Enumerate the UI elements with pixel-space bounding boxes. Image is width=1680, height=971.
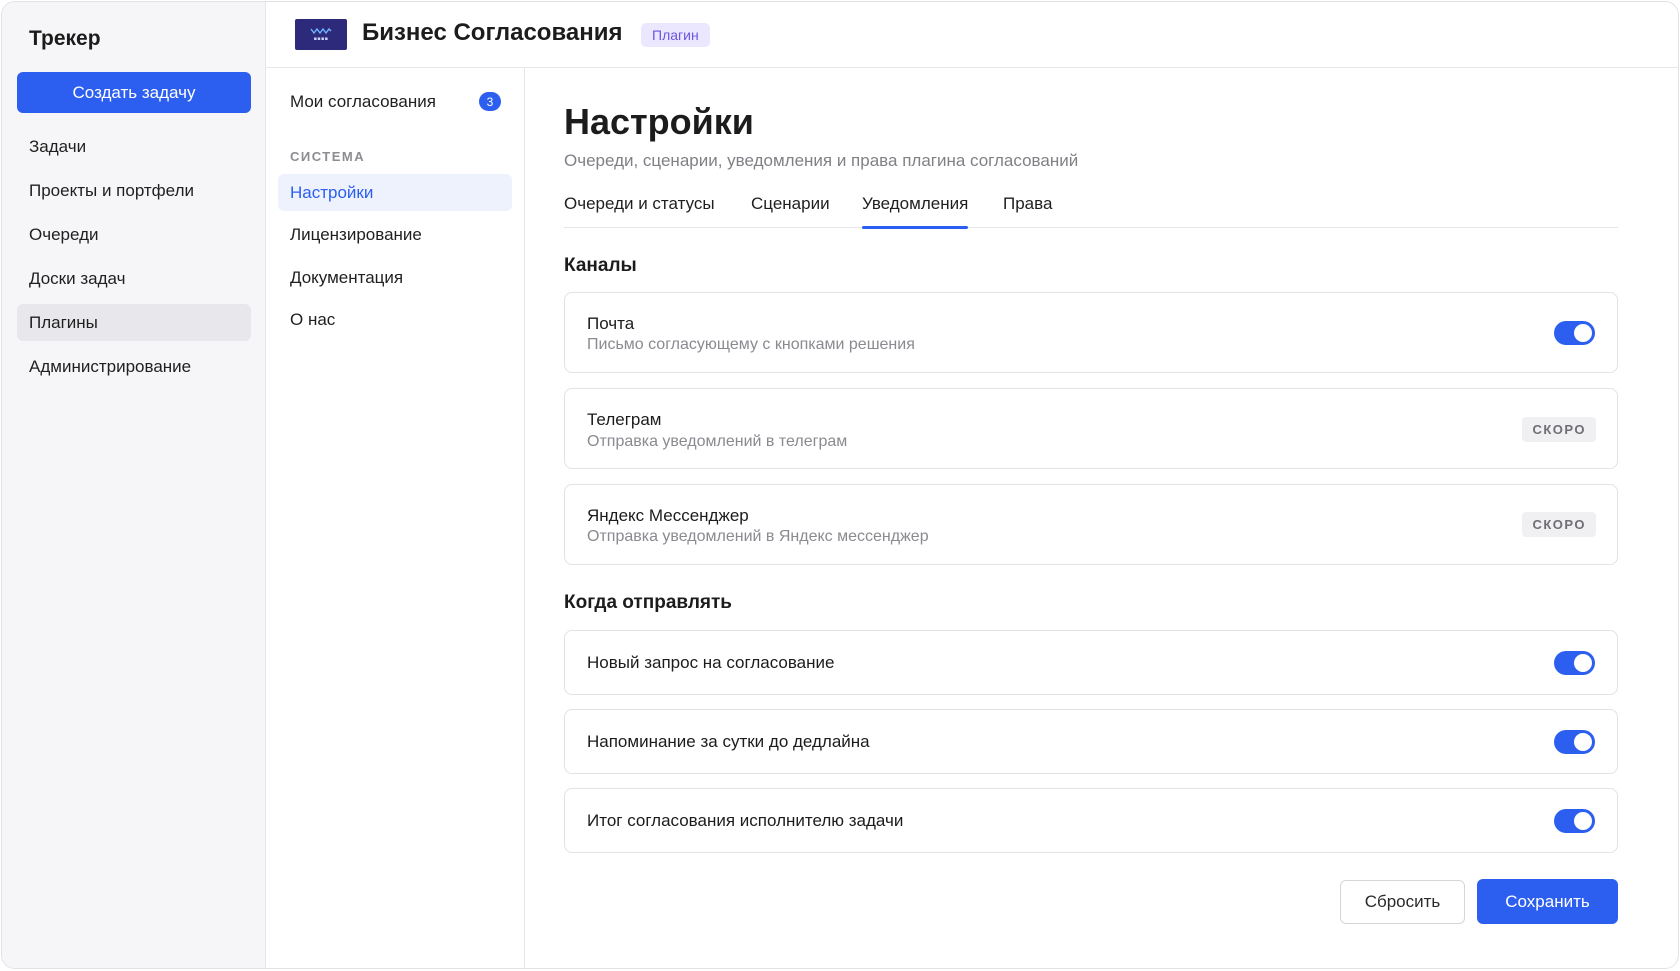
trigger-title: Новый запрос на согласование [587,653,835,672]
toggle-knob [1574,654,1592,672]
channel-title: Почта [587,314,635,333]
plugin-subnav: Мои согласования 3 СИСТЕМА Настройки Лиц… [266,68,525,968]
new-request-toggle[interactable] [1554,651,1595,675]
logo-caption: ▪▪▪▪ [313,36,329,42]
sidebar-item-plugins[interactable]: Плагины [17,304,251,341]
trigger-title: Напоминание за сутки до дедлайна [587,732,870,751]
section-label-system: СИСТЕМА [290,149,366,164]
tab-permissions[interactable]: Права [1003,194,1052,228]
channel-card-telegram: Телеграм Отправка уведомлений в телеграм… [564,388,1618,469]
tab-queues-statuses[interactable]: Очереди и статусы [564,194,715,228]
email-channel-toggle[interactable] [1554,321,1595,345]
channel-title: Телеграм [587,410,662,429]
coming-soon-badge: СКОРО [1522,512,1596,537]
plugin-badge: Плагин [641,23,710,47]
trigger-card-new-request: Новый запрос на согласование [564,630,1618,695]
sidebar-nav: Задачи Проекты и портфели Очереди Доски … [17,128,251,392]
subnav-item-my-approvals[interactable]: Мои согласования 3 [278,83,512,120]
logo-wave-icon [310,27,332,35]
toggle-knob [1574,733,1592,751]
sidebar-item-administration[interactable]: Администрирование [17,348,251,385]
plugin-title: Бизнес Согласования [362,19,623,46]
channel-description: Отправка уведомлений в Яндекс мессенджер [587,528,929,545]
save-button[interactable]: Сохранить [1477,879,1618,924]
approval-result-toggle[interactable] [1554,809,1595,833]
settings-tabs: Очереди и статусы Сценарии Уведомления П… [564,180,1618,229]
create-task-button[interactable]: Создать задачу [17,72,251,113]
trigger-title: Итог согласования исполнителю задачи [587,811,904,830]
sidebar-item-boards[interactable]: Доски задач [17,260,251,297]
tab-notifications[interactable]: Уведомления [862,194,969,229]
channel-title: Яндекс Мессенджер [587,506,749,525]
plugin-header: ▪▪▪▪ Бизнес Согласования Плагин [266,2,1678,68]
when-to-send-section-title: Когда отправлять [564,592,732,613]
approvals-count-badge: 3 [479,92,501,111]
channel-description: Отправка уведомлений в телеграм [587,433,848,450]
toggle-knob [1574,812,1592,830]
coming-soon-badge: СКОРО [1522,417,1596,442]
page-subtitle: Очереди, сценарии, уведомления и права п… [564,151,1079,170]
sidebar-item-projects[interactable]: Проекты и портфели [17,172,251,209]
channel-description: Письмо согласующему с кнопками решения [587,336,915,353]
app-window: Трекер Создать задачу Задачи Проекты и п… [1,1,1679,969]
settings-content: Настройки Очереди, сценарии, уведомления… [564,68,1618,968]
toggle-knob [1574,324,1592,342]
trigger-card-deadline-reminder: Напоминание за сутки до дедлайна [564,709,1618,774]
deadline-reminder-toggle[interactable] [1554,730,1595,754]
subnav-item-licensing[interactable]: Лицензирование [278,216,512,253]
channels-section-title: Каналы [564,255,637,276]
trigger-card-approval-result: Итог согласования исполнителю задачи [564,788,1618,853]
channel-card-yandex-messenger: Яндекс Мессенджер Отправка уведомлений в… [564,484,1618,565]
sidebar: Трекер Создать задачу Задачи Проекты и п… [2,2,266,968]
subnav-item-settings[interactable]: Настройки [278,174,512,211]
sidebar-item-tasks[interactable]: Задачи [17,128,251,165]
app-title: Трекер [29,27,101,50]
subnav-item-documentation[interactable]: Документация [278,259,512,296]
tab-scenarios[interactable]: Сценарии [751,194,830,228]
sidebar-item-queues[interactable]: Очереди [17,216,251,253]
company-logo-icon: ▪▪▪▪ [295,19,347,50]
reset-button[interactable]: Сбросить [1340,880,1465,924]
page-title: Настройки [564,101,754,142]
channel-card-email: Почта Письмо согласующему с кнопками реш… [564,292,1618,373]
subnav-item-about[interactable]: О нас [278,301,512,338]
subnav-item-label: Мои согласования [290,91,436,111]
